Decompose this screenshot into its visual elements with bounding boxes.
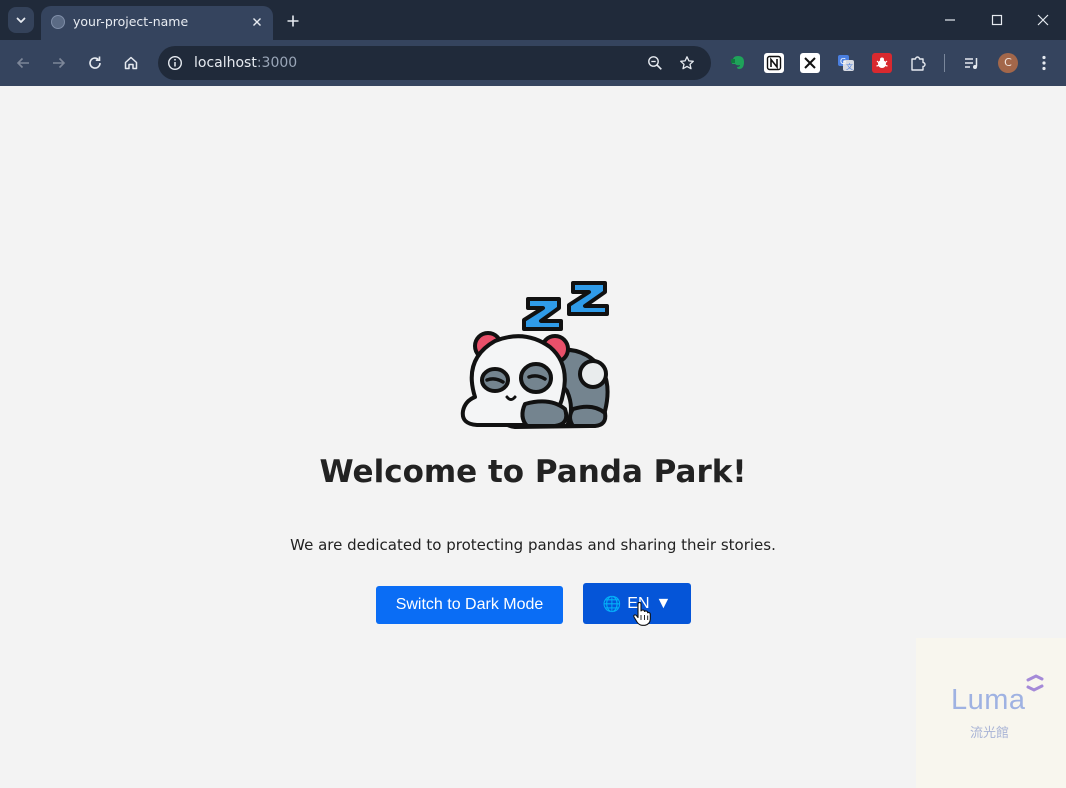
zoom-out-icon bbox=[648, 56, 662, 70]
url-host: localhost bbox=[194, 55, 257, 71]
back-button[interactable] bbox=[9, 49, 37, 77]
page-viewport: Welcome to Panda Park! We are dedicated … bbox=[0, 86, 1066, 788]
extensions-menu-button[interactable] bbox=[908, 53, 928, 73]
extension-notion[interactable] bbox=[764, 53, 784, 73]
page-subtitle: We are dedicated to protecting pandas an… bbox=[290, 536, 776, 554]
puzzle-icon bbox=[911, 56, 926, 71]
hand-pointer-cursor bbox=[633, 602, 651, 626]
browser-window: your-project-name localhost:3000 G 文 C W… bbox=[0, 0, 1066, 788]
svg-text:文: 文 bbox=[846, 62, 853, 71]
media-controls-button[interactable] bbox=[962, 53, 982, 73]
toolbar-separator bbox=[944, 54, 945, 72]
new-tab-button[interactable] bbox=[281, 9, 305, 33]
luma-logo-icon bbox=[1026, 674, 1044, 692]
window-close-button[interactable] bbox=[1028, 6, 1058, 34]
playlist-music-icon bbox=[965, 58, 978, 69]
dark-mode-toggle-button[interactable]: Switch to Dark Mode bbox=[376, 586, 563, 624]
browser-menu-button[interactable] bbox=[1034, 53, 1054, 73]
page-title: Welcome to Panda Park! bbox=[319, 454, 747, 490]
home-icon bbox=[124, 56, 138, 70]
address-bar[interactable]: localhost:3000 bbox=[158, 46, 711, 80]
tab-strip: your-project-name bbox=[0, 0, 1066, 40]
reload-button[interactable] bbox=[81, 49, 109, 77]
extension-x[interactable] bbox=[800, 53, 820, 73]
tab-title: your-project-name bbox=[73, 14, 189, 29]
tab-close-button[interactable] bbox=[247, 12, 267, 32]
maximize-button[interactable] bbox=[982, 6, 1012, 34]
arrow-right-icon bbox=[53, 57, 66, 69]
tab-search-button[interactable] bbox=[8, 7, 34, 33]
extension-red[interactable] bbox=[872, 53, 892, 73]
active-tab[interactable]: your-project-name bbox=[41, 6, 273, 40]
profile-avatar[interactable]: C bbox=[998, 53, 1018, 73]
minimize-button[interactable] bbox=[935, 6, 965, 34]
extension-translate[interactable]: G文 bbox=[836, 53, 856, 73]
bookmark-button[interactable] bbox=[677, 53, 697, 73]
maximize-icon bbox=[991, 14, 1003, 26]
extension-evernote[interactable] bbox=[728, 53, 748, 73]
elephant-icon bbox=[731, 56, 744, 69]
info-icon bbox=[167, 55, 183, 71]
dropdown-arrow-icon: ▼ bbox=[655, 594, 672, 612]
close-icon bbox=[1037, 14, 1049, 26]
watermark-subtitle: 流光館 bbox=[970, 726, 1010, 741]
plus-icon bbox=[287, 15, 299, 27]
zoom-button[interactable] bbox=[645, 53, 665, 73]
x-logo-icon bbox=[804, 57, 816, 69]
notion-icon bbox=[766, 55, 782, 71]
url-port: :3000 bbox=[256, 55, 298, 71]
translate-icon: G文 bbox=[838, 55, 854, 71]
close-icon bbox=[253, 18, 261, 26]
star-icon bbox=[680, 56, 694, 70]
bug-icon bbox=[876, 57, 888, 68]
forward-button[interactable] bbox=[45, 49, 73, 77]
watermark-brand: Luma bbox=[951, 684, 1026, 716]
reload-icon bbox=[89, 56, 101, 69]
minimize-icon bbox=[945, 19, 955, 21]
home-button[interactable] bbox=[117, 49, 145, 77]
watermark: Luma 流光館 bbox=[916, 638, 1066, 788]
chevron-down-icon bbox=[16, 17, 26, 23]
kebab-menu-icon bbox=[1042, 55, 1046, 71]
globe-icon bbox=[51, 15, 65, 29]
arrow-left-icon bbox=[16, 57, 29, 69]
site-info-button[interactable] bbox=[165, 53, 185, 73]
browser-toolbar: localhost:3000 G文 C bbox=[0, 40, 1066, 86]
url-text: localhost:3000 bbox=[194, 55, 297, 71]
globe-icon: 🌐 bbox=[602, 595, 622, 613]
sleeping-panda-illustration bbox=[460, 281, 610, 429]
